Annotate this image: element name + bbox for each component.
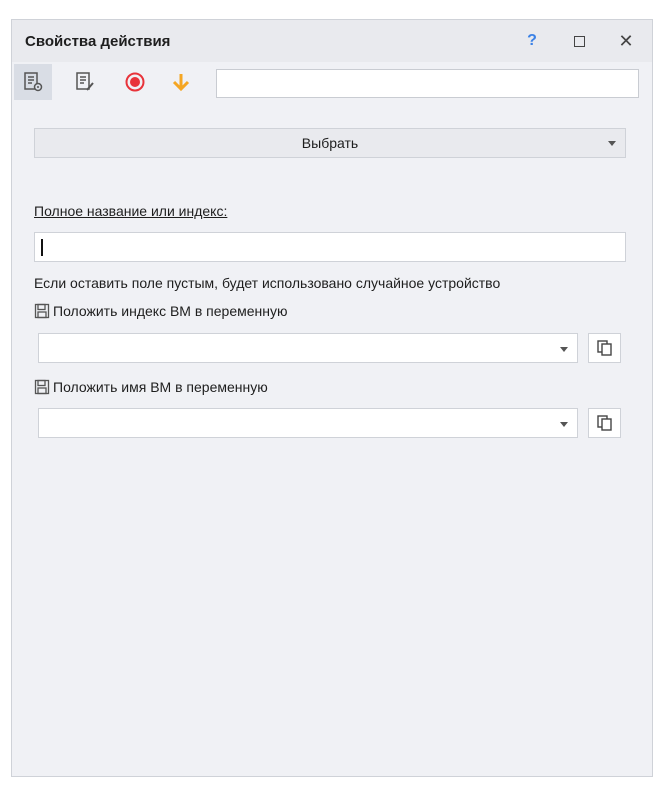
name-or-index-input[interactable]	[34, 232, 626, 262]
hint-text: Если оставить поле пустым, будет использ…	[34, 275, 501, 291]
save-icon	[34, 303, 50, 319]
chevron-down-icon	[608, 141, 616, 146]
chevron-down-icon[interactable]	[560, 347, 568, 352]
name-variable-label-text: Положить имя ВМ в переменную	[53, 379, 268, 395]
index-variable-copy-button[interactable]	[588, 333, 621, 363]
edit-tool-button[interactable]	[66, 64, 104, 100]
index-variable-label: Положить индекс ВМ в переменную	[34, 303, 288, 319]
arrow-down-icon	[172, 74, 190, 92]
name-variable-combo[interactable]	[38, 408, 578, 438]
record-icon	[125, 72, 145, 92]
properties-tool-button[interactable]	[14, 64, 52, 100]
maximize-icon	[573, 35, 585, 47]
name-variable-label: Положить имя ВМ в переменную	[34, 379, 268, 395]
save-icon	[34, 379, 50, 395]
panel-title: Свойства действия	[25, 33, 171, 50]
copy-icon	[596, 415, 612, 431]
toolbar	[12, 62, 652, 102]
name-variable-copy-button[interactable]	[588, 408, 621, 438]
close-icon: ✕	[618, 30, 634, 51]
copy-icon	[596, 340, 612, 356]
select-dropdown[interactable]: Выбрать	[34, 128, 626, 158]
name-or-index-label: Полное название или индекс:	[34, 203, 228, 219]
index-variable-combo[interactable]	[38, 333, 578, 363]
index-variable-label-text: Положить индекс ВМ в переменную	[53, 303, 288, 319]
title-bar: Свойства действия ? ✕	[12, 20, 652, 62]
close-button[interactable]: ✕	[613, 29, 639, 53]
help-button[interactable]: ?	[519, 29, 545, 53]
toolbar-input[interactable]	[216, 69, 639, 98]
move-down-tool-button[interactable]	[162, 64, 200, 100]
select-dropdown-label: Выбрать	[301, 135, 359, 151]
edit-doc-icon	[76, 72, 94, 91]
record-tool-button[interactable]	[116, 64, 154, 100]
text-cursor	[41, 239, 43, 256]
maximize-button[interactable]	[566, 29, 592, 53]
chevron-down-icon[interactable]	[560, 422, 568, 427]
help-icon: ?	[527, 32, 537, 49]
action-properties-panel: Свойства действия ? ✕ Выбрать Полное наз…	[11, 19, 653, 777]
settings-doc-icon	[24, 72, 43, 92]
